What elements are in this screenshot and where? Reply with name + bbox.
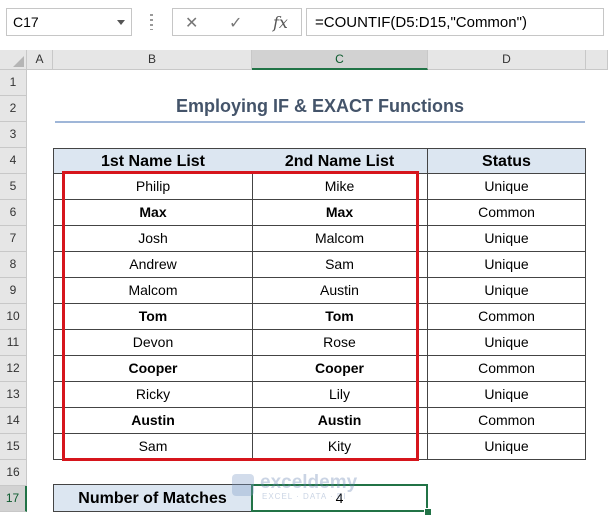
first-name-cell[interactable]: Devon — [53, 330, 253, 356]
second-name-cell[interactable]: Kity — [252, 434, 428, 460]
second-name-cell[interactable]: Rose — [252, 330, 428, 356]
second-name-cell[interactable]: Austin — [252, 408, 428, 434]
second-name-cell[interactable]: Tom — [252, 304, 428, 330]
row-header-2[interactable]: 2 — [0, 96, 27, 122]
matches-label: Number of Matches — [53, 484, 252, 512]
header-first-name-list[interactable]: 1st Name List — [53, 148, 253, 174]
enter-icon[interactable]: ✓ — [229, 13, 242, 33]
row-header-15[interactable]: 15 — [0, 434, 27, 460]
status-cell[interactable]: Unique — [428, 226, 586, 252]
first-name-cell[interactable]: Philip — [53, 174, 253, 200]
formula-actions: ✕ ✓ fx — [172, 8, 302, 36]
second-name-cell[interactable]: Sam — [252, 252, 428, 278]
row-header-17[interactable]: 17 — [0, 486, 27, 512]
second-name-cell[interactable]: Cooper — [252, 356, 428, 382]
status-cell[interactable]: Unique — [428, 330, 586, 356]
formula-text: =COUNTIF(D5:D15,"Common") — [315, 14, 527, 31]
row-header-10[interactable]: 10 — [0, 304, 27, 330]
chevron-down-icon[interactable] — [117, 20, 125, 25]
second-name-cell[interactable]: Max — [252, 200, 428, 226]
row-header-11[interactable]: 11 — [0, 330, 27, 356]
header-second-name-list[interactable]: 2nd Name List — [252, 148, 428, 174]
row-header-9[interactable]: 9 — [0, 278, 27, 304]
status-cell[interactable]: Common — [428, 200, 586, 226]
row-header-7[interactable]: 7 — [0, 226, 27, 252]
first-name-cell[interactable]: Andrew — [53, 252, 253, 278]
status-cell[interactable]: Unique — [428, 252, 586, 278]
column-header-b[interactable]: B — [53, 50, 252, 70]
name-box-value: C17 — [13, 14, 39, 30]
sheet-title: Employing IF & EXACT Functions — [176, 96, 464, 116]
cancel-icon[interactable]: ✕ — [185, 13, 198, 33]
column-header-d[interactable]: D — [428, 50, 586, 70]
first-name-cell[interactable]: Malcom — [53, 278, 253, 304]
column-header-a[interactable]: A — [27, 50, 53, 70]
row-header-14[interactable]: 14 — [0, 408, 27, 434]
header-status[interactable]: Status — [428, 148, 586, 174]
column-header-blank[interactable] — [586, 50, 608, 70]
status-cell[interactable]: Common — [428, 408, 586, 434]
row-header-16[interactable]: 16 — [0, 460, 27, 486]
drag-handle-icon[interactable] — [150, 14, 153, 30]
title-underline — [55, 121, 585, 123]
second-name-cell[interactable]: Lily — [252, 382, 428, 408]
first-name-cell[interactable]: Tom — [53, 304, 253, 330]
row-header-4[interactable]: 4 — [0, 148, 27, 174]
row-header-3[interactable]: 3 — [0, 122, 27, 148]
row-header-8[interactable]: 8 — [0, 252, 27, 278]
row-header-1[interactable]: 1 — [0, 70, 27, 96]
column-header-c[interactable]: C — [252, 50, 428, 70]
row-header-6[interactable]: 6 — [0, 200, 27, 226]
fill-handle[interactable] — [424, 508, 432, 516]
second-name-cell[interactable]: Mike — [252, 174, 428, 200]
status-cell[interactable]: Unique — [428, 278, 586, 304]
status-cell[interactable]: Common — [428, 304, 586, 330]
matches-value-cell[interactable]: 4 — [251, 484, 428, 512]
formula-input[interactable]: =COUNTIF(D5:D15,"Common") — [306, 8, 604, 36]
row-header-12[interactable]: 12 — [0, 356, 27, 382]
first-name-cell[interactable]: Cooper — [53, 356, 253, 382]
select-all-button[interactable] — [0, 50, 27, 70]
formula-bar: C17 ✕ ✓ fx =COUNTIF(D5:D15,"Common") — [0, 0, 608, 44]
insert-function-icon[interactable]: fx — [273, 13, 288, 32]
first-name-cell[interactable]: Josh — [53, 226, 253, 252]
row-header-13[interactable]: 13 — [0, 382, 27, 408]
first-name-cell[interactable]: Sam — [53, 434, 253, 460]
status-cell[interactable]: Common — [428, 356, 586, 382]
first-name-cell[interactable]: Max — [53, 200, 253, 226]
row-header-5[interactable]: 5 — [0, 174, 27, 200]
first-name-cell[interactable]: Ricky — [53, 382, 253, 408]
name-box[interactable]: C17 — [6, 8, 132, 36]
second-name-cell[interactable]: Austin — [252, 278, 428, 304]
status-cell[interactable]: Unique — [428, 382, 586, 408]
status-cell[interactable]: Unique — [428, 434, 586, 460]
second-name-cell[interactable]: Malcom — [252, 226, 428, 252]
first-name-cell[interactable]: Austin — [53, 408, 253, 434]
status-cell[interactable]: Unique — [428, 174, 586, 200]
